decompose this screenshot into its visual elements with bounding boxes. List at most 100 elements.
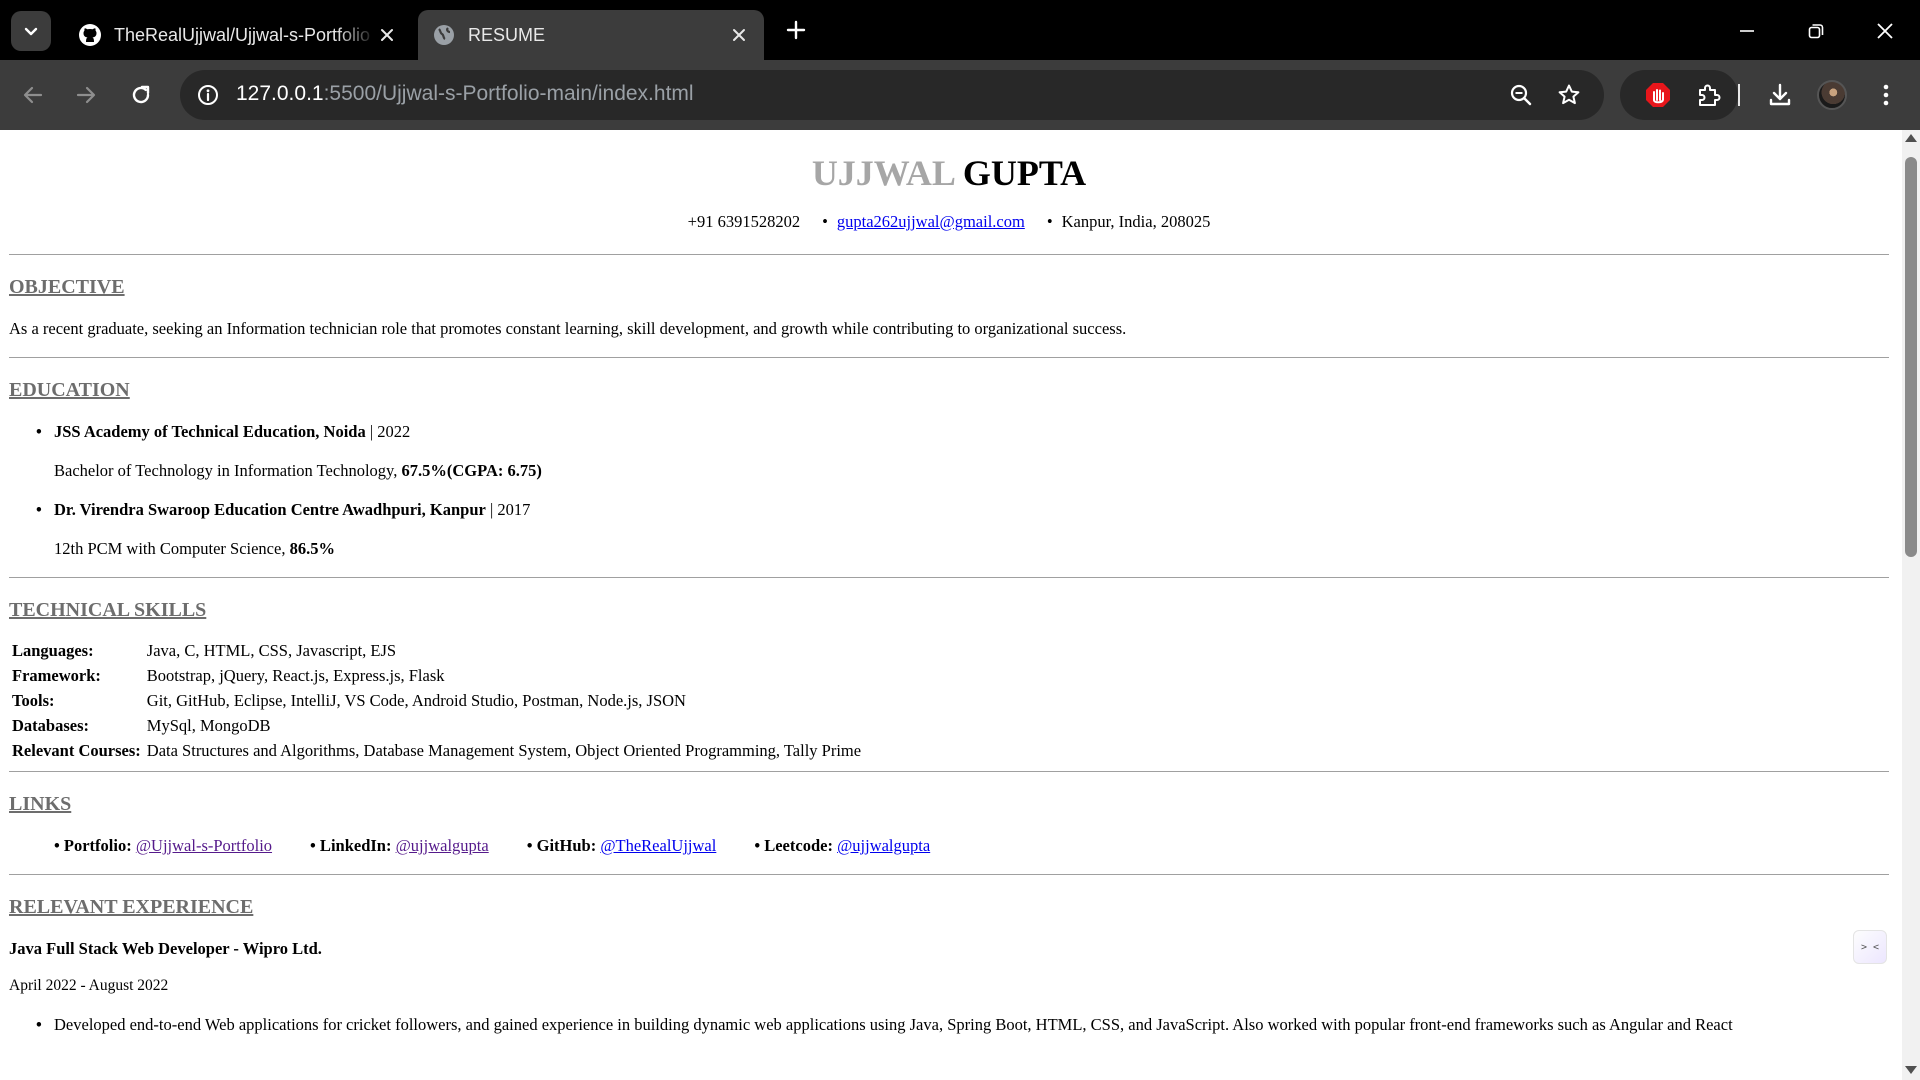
link-label: • Leetcode: xyxy=(754,836,833,855)
degree-line: 12th PCM with Computer Science, 86.5% xyxy=(9,539,1889,559)
skills-row: Databases: MySql, MongoDB xyxy=(9,713,864,738)
extensions-puzzle-icon[interactable] xyxy=(1693,79,1725,111)
vertical-scrollbar[interactable] xyxy=(1902,130,1920,1080)
restore-icon xyxy=(1808,24,1824,39)
skill-value: MySql, MongoDB xyxy=(146,715,271,735)
bookmark-star-icon[interactable] xyxy=(1555,81,1583,109)
reload-icon xyxy=(132,85,150,104)
last-name: GUPTA xyxy=(962,153,1087,193)
restore-button[interactable] xyxy=(1799,14,1833,48)
education-list: Dr. Virendra Swaroop Education Centre Aw… xyxy=(9,500,1889,520)
links-row: • Portfolio: @Ujjwal-s-Portfolio • Linke… xyxy=(9,836,1889,856)
skill-label: Databases: xyxy=(12,715,89,735)
address-bar[interactable]: 127.0.0.1:5500/Ujjwal-s-Portfolio-main/i… xyxy=(180,70,1604,120)
new-tab-button[interactable] xyxy=(782,16,810,44)
tab-title: RESUME xyxy=(468,24,546,45)
url-host: 127.0.0.1 xyxy=(236,82,324,105)
skills-row: Languages: Java, C, HTML, CSS, Javascript… xyxy=(9,638,864,663)
link-label: • LinkedIn: xyxy=(310,836,392,855)
tab-search-button[interactable] xyxy=(11,11,51,51)
degree: 12th PCM with Computer Science, xyxy=(54,539,290,558)
education-list: JSS Academy of Technical Education, Noid… xyxy=(9,422,1889,442)
leetcode-link[interactable]: @ujjwalgupta xyxy=(837,836,930,855)
divider xyxy=(9,874,1889,875)
tab-github[interactable]: TheRealUjjwal/Ujjwal-s-Portfolio xyxy=(64,10,412,60)
divider xyxy=(9,577,1889,578)
divider xyxy=(9,254,1889,255)
graduation-year: | 2017 xyxy=(485,500,531,519)
divider xyxy=(9,771,1889,772)
skill-label: Framework: xyxy=(12,665,101,685)
close-icon xyxy=(1877,23,1893,39)
skill-label: Relevant Courses: xyxy=(12,740,141,760)
link-item-leetcode: • Leetcode: @ujjwalgupta xyxy=(754,836,930,856)
adblock-extension-icon[interactable] xyxy=(1642,79,1674,111)
divider xyxy=(9,357,1889,358)
minimize-icon xyxy=(1740,30,1754,32)
contact-bullet: • xyxy=(1046,212,1053,231)
linkedin-link[interactable]: @ujjwalgupta xyxy=(396,836,489,855)
url-path: :5500/Ujjwal-s-Portfolio-main/index.html xyxy=(323,82,694,105)
skill-value: Git, GitHub, Eclipse, IntelliJ, VS Code,… xyxy=(146,690,686,710)
job-dates: April 2022 - August 2022 xyxy=(9,977,169,994)
floating-widget[interactable]: > < xyxy=(1853,930,1887,964)
skills-row: Framework: Bootstrap, jQuery, React.js, E… xyxy=(9,663,864,688)
skills-row: Relevant Courses: Data Structures and Alg… xyxy=(9,738,864,763)
menu-dots-icon[interactable] xyxy=(1870,79,1902,111)
link-label: • GitHub: xyxy=(526,836,597,855)
zoom-icon[interactable] xyxy=(1507,81,1535,109)
skills-heading: TECHNICAL SKILLS xyxy=(9,599,207,621)
links-heading: LINKS xyxy=(9,793,72,815)
scroll-thumb[interactable] xyxy=(1905,157,1917,557)
profile-avatar[interactable] xyxy=(1817,80,1847,110)
close-icon[interactable] xyxy=(376,24,398,46)
plus-icon xyxy=(786,20,806,40)
back-button[interactable] xyxy=(15,77,51,113)
score: 67.5%(CGPA: 6.75) xyxy=(401,461,542,480)
experience-bullets: Developed end-to-end Web applications fo… xyxy=(9,1015,1889,1035)
skill-value: Data Structures and Algorithms, Database… xyxy=(146,740,862,760)
chevron-down-icon xyxy=(24,27,38,36)
close-window-button[interactable] xyxy=(1868,14,1902,48)
link-item-github: • GitHub: @TheRealUjjwal xyxy=(527,836,717,856)
graduation-year: | 2022 xyxy=(365,422,411,441)
page-viewport: UJJWAL GUPTA +91 6391528202 • gupta262ujjw… xyxy=(0,130,1902,1080)
downloads-icon[interactable] xyxy=(1764,79,1796,111)
arrow-left-icon xyxy=(23,86,43,104)
browser-toolbar: 127.0.0.1:5500/Ujjwal-s-Portfolio-main/i… xyxy=(0,60,1920,130)
skills-table: Languages: Java, C, HTML, CSS, Javascript… xyxy=(9,638,864,763)
skill-value: Java, C, HTML, CSS, Javascript, EJS xyxy=(146,640,397,660)
tab-resume[interactable]: RESUME xyxy=(418,10,764,60)
minimize-button[interactable] xyxy=(1730,14,1764,48)
skill-value: Bootstrap, jQuery, React.js, Express.js,… xyxy=(146,665,445,685)
site-info-icon[interactable] xyxy=(194,81,222,109)
contact-line: +91 6391528202 • gupta262ujjwal@gmail.com •… xyxy=(9,212,1889,234)
location: Kanpur, India, 208025 xyxy=(1061,212,1211,231)
scroll-up-arrow[interactable] xyxy=(1905,134,1917,142)
reload-button[interactable] xyxy=(123,77,159,113)
close-icon[interactable] xyxy=(728,24,750,46)
resume-name: UJJWAL GUPTA xyxy=(9,152,1889,200)
skill-label: Languages: xyxy=(12,640,94,660)
tab-title: TheRealUjjwal/Ujjwal-s-Portfolio xyxy=(114,24,371,45)
objective-text: As a recent graduate, seeking an Informa… xyxy=(9,319,1127,338)
url-text[interactable]: 127.0.0.1:5500/Ujjwal-s-Portfolio-main/i… xyxy=(236,82,694,106)
contact-bullet: • xyxy=(822,212,828,231)
arrow-right-icon xyxy=(76,86,96,104)
github-link[interactable]: @TheRealUjjwal xyxy=(600,836,716,855)
tab-strip: TheRealUjjwal/Ujjwal-s-Portfolio RESUME xyxy=(0,0,1920,60)
first-name: UJJWAL xyxy=(811,153,954,193)
phone-number: +91 6391528202 xyxy=(687,212,801,231)
skill-label: Tools: xyxy=(12,690,55,710)
experience-bullet: Developed end-to-end Web applications fo… xyxy=(9,1015,1889,1035)
portfolio-link[interactable]: @Ujjwal-s-Portfolio xyxy=(136,836,272,855)
resume: UJJWAL GUPTA +91 6391528202 • gupta262ujjw… xyxy=(9,130,1889,1035)
scroll-down-arrow[interactable] xyxy=(1905,1066,1917,1074)
degree: Bachelor of Technology in Information Te… xyxy=(54,461,402,480)
objective-heading: OBJECTIVE xyxy=(9,276,125,298)
globe-icon xyxy=(432,23,456,47)
link-item-portfolio: • Portfolio: @Ujjwal-s-Portfolio xyxy=(54,836,272,856)
link-item-linkedin: • LinkedIn: @ujjwalgupta xyxy=(310,836,489,856)
email-link[interactable]: gupta262ujjwal@gmail.com xyxy=(837,212,1025,231)
forward-button[interactable] xyxy=(68,77,104,113)
